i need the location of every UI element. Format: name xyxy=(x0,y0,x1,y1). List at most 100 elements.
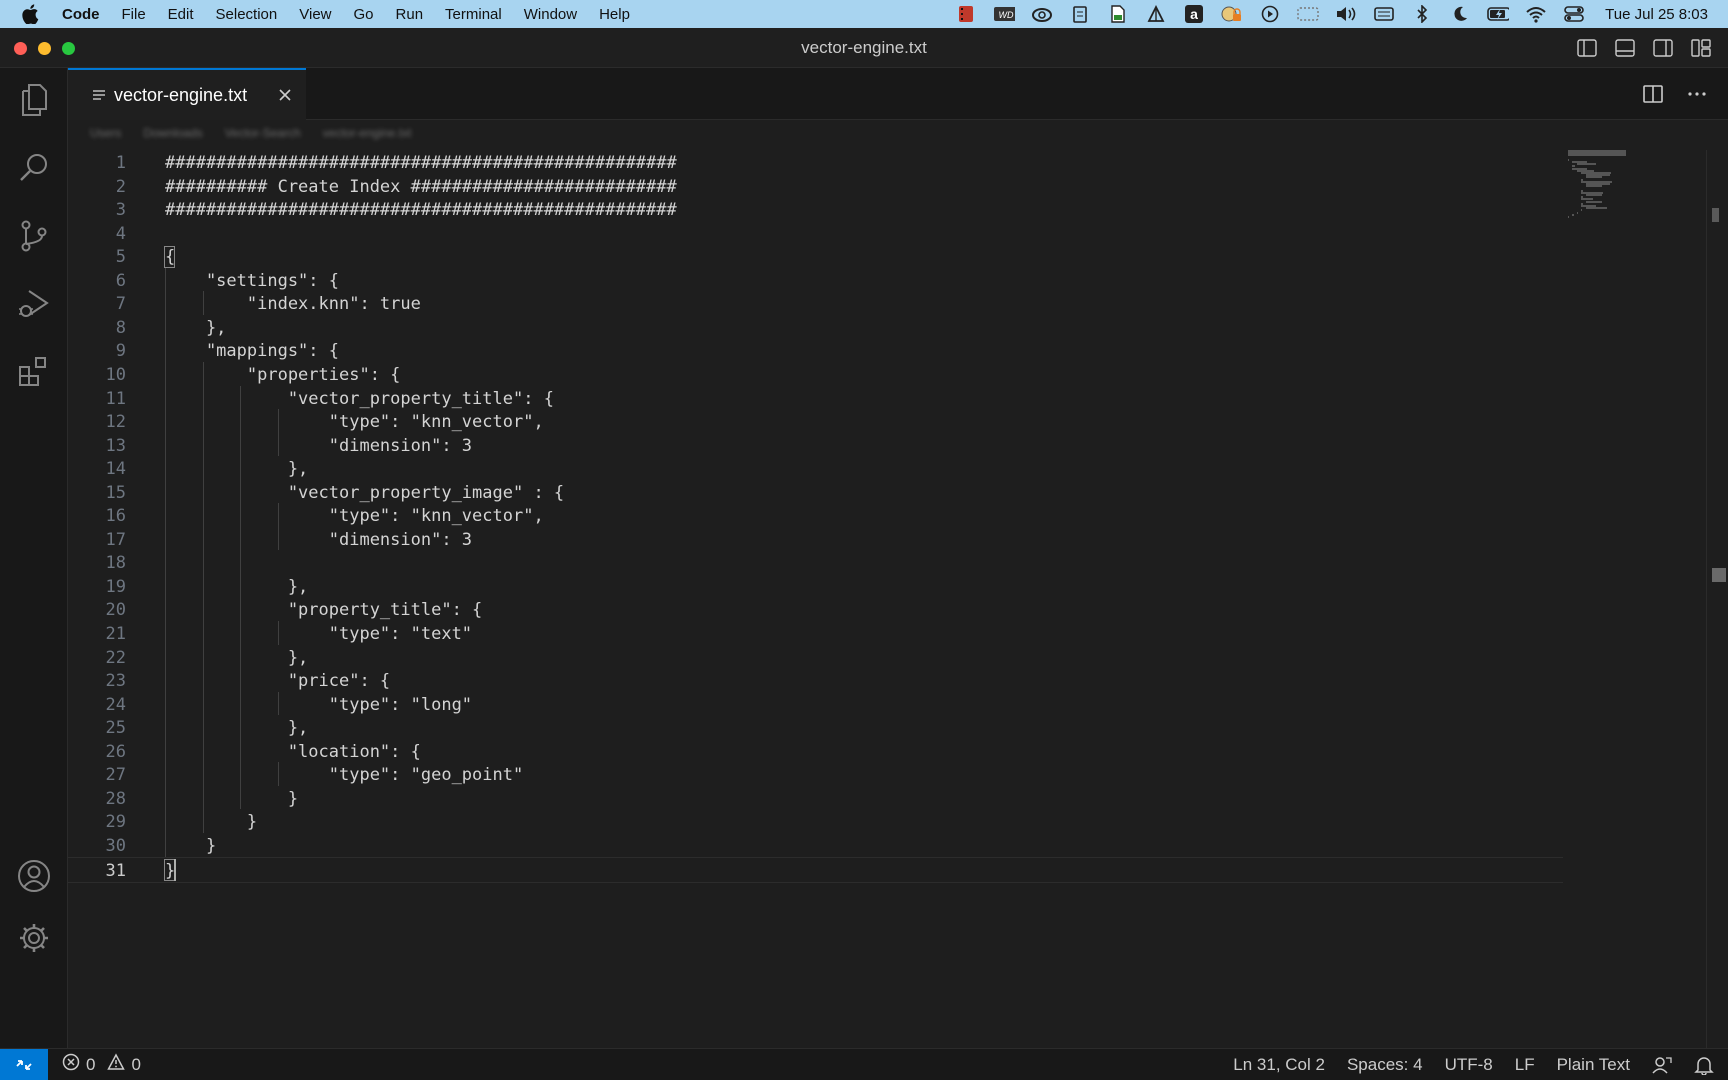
menu-app-code[interactable]: Code xyxy=(62,6,100,23)
breadcrumb-segment[interactable]: Downloads xyxy=(143,126,202,144)
breadcrumb-segment[interactable]: vector-engine.txt xyxy=(323,126,412,144)
breadcrumb-segment[interactable]: Vector-Search xyxy=(225,126,301,144)
code-line[interactable]: 12 "type": "knn_vector", xyxy=(68,409,1563,435)
minimap-line xyxy=(1585,207,1608,210)
code-line[interactable]: 19 }, xyxy=(68,574,1563,600)
menu-selection[interactable]: Selection xyxy=(216,6,278,23)
code-line[interactable]: 14 }, xyxy=(68,456,1563,482)
indentation[interactable]: Spaces: 4 xyxy=(1347,1055,1423,1075)
code-line[interactable]: 8 }, xyxy=(68,315,1563,341)
code-line[interactable]: 10 "properties": { xyxy=(68,362,1563,388)
control-center-icon[interactable] xyxy=(1563,5,1585,23)
notifications-bell-icon[interactable] xyxy=(1694,1055,1714,1075)
code-line[interactable]: 13 "dimension": 3 xyxy=(68,433,1563,459)
code-line[interactable]: 26 "location": { xyxy=(68,739,1563,765)
toggle-primary-sidebar-icon[interactable] xyxy=(1576,38,1598,58)
code-line[interactable]: 16 "type": "knn_vector", xyxy=(68,503,1563,529)
split-editor-icon[interactable] xyxy=(1642,84,1664,104)
code-line[interactable]: 18 xyxy=(68,550,1563,576)
code-line[interactable]: 31} xyxy=(68,856,1563,883)
toggle-panel-icon[interactable] xyxy=(1614,38,1636,58)
amazon-icon[interactable]: a xyxy=(1183,5,1205,23)
bluetooth-icon[interactable] xyxy=(1411,5,1433,23)
extensions-icon[interactable] xyxy=(16,354,52,390)
problems-indicator[interactable]: 0 0 xyxy=(62,1053,147,1076)
screen-recorder-icon[interactable] xyxy=(955,5,977,23)
display-icon[interactable] xyxy=(1297,5,1319,23)
code-line[interactable]: 23 "price": { xyxy=(68,668,1563,694)
apple-menu-icon[interactable] xyxy=(22,4,44,24)
code-line[interactable]: 28 } xyxy=(68,786,1563,812)
code-line[interactable]: 2 ########## Create Index ###############… xyxy=(68,174,1563,200)
language-mode[interactable]: Plain Text xyxy=(1557,1055,1630,1075)
run-debug-icon[interactable] xyxy=(16,286,52,322)
close-icon[interactable] xyxy=(278,88,292,102)
menu-file[interactable]: File xyxy=(122,6,146,23)
code-line[interactable]: 21 "type": "text" xyxy=(68,621,1563,647)
explorer-icon[interactable] xyxy=(16,82,52,118)
code-line[interactable]: 11 "vector_property_title": { xyxy=(68,386,1563,412)
menubar-clock[interactable]: Tue Jul 25 8:03 xyxy=(1605,6,1708,23)
wifi-icon[interactable] xyxy=(1525,5,1547,23)
text-cursor xyxy=(174,858,177,881)
code-line[interactable]: 9 "mappings": { xyxy=(68,338,1563,364)
menu-window[interactable]: Window xyxy=(524,6,577,23)
code-line[interactable]: 1 #######################################… xyxy=(68,150,1563,176)
customize-layout-icon[interactable] xyxy=(1690,38,1712,58)
remote-indicator-button[interactable] xyxy=(0,1048,48,1080)
moon-icon[interactable] xyxy=(1449,5,1471,23)
menu-edit[interactable]: Edit xyxy=(168,6,194,23)
encoding[interactable]: UTF-8 xyxy=(1445,1055,1493,1075)
line-number: 29 xyxy=(105,812,126,833)
breadcrumb-segment[interactable]: Users xyxy=(90,126,121,144)
line-number: 5 xyxy=(115,247,126,268)
tab-vector-engine[interactable]: vector-engine.txt xyxy=(68,68,306,120)
volume-icon[interactable] xyxy=(1335,5,1357,23)
creative-cloud-icon[interactable] xyxy=(1031,5,1053,23)
file-icon[interactable] xyxy=(1107,5,1129,23)
play-icon[interactable] xyxy=(1259,5,1281,23)
code-line[interactable]: 30 } xyxy=(68,833,1563,859)
menu-terminal[interactable]: Terminal xyxy=(445,6,502,23)
accounts-icon[interactable] xyxy=(16,858,52,894)
code-line[interactable]: 24 "type": "long" xyxy=(68,692,1563,718)
line-number: 2 xyxy=(115,176,126,197)
minimap[interactable] xyxy=(1568,150,1632,230)
code-line[interactable]: 27 "type": "geo_point" xyxy=(68,762,1563,788)
manage-gear-icon[interactable] xyxy=(16,920,52,956)
feedback-icon[interactable] xyxy=(1652,1055,1672,1075)
code-line[interactable]: 17 "dimension": 3 xyxy=(68,527,1563,553)
code-line[interactable]: 7 "index.knn": true xyxy=(68,291,1563,317)
clipboard-icon[interactable] xyxy=(1069,5,1091,23)
code-line[interactable]: 22 }, xyxy=(68,645,1563,671)
scrollbar-thumb[interactable] xyxy=(1712,208,1719,222)
menu-view[interactable]: View xyxy=(299,6,331,23)
battery-icon[interactable] xyxy=(1487,5,1510,23)
menu-help[interactable]: Help xyxy=(599,6,630,23)
code-editor[interactable]: 1 #######################################… xyxy=(68,150,1728,1048)
code-line[interactable]: 20 "property_title": { xyxy=(68,597,1563,623)
code-line[interactable]: 29 } xyxy=(68,809,1563,835)
keyboard-icon[interactable] xyxy=(1373,5,1395,23)
vpn-lock-icon[interactable] xyxy=(1221,5,1243,23)
toggle-secondary-sidebar-icon[interactable] xyxy=(1652,38,1674,58)
line-text: "vector_property_image" : { xyxy=(165,482,565,503)
code-line[interactable]: 4 xyxy=(68,221,1563,247)
vertical-scrollbar[interactable] xyxy=(1706,150,1720,1048)
vector-app-icon[interactable] xyxy=(1145,5,1167,23)
menu-run[interactable]: Run xyxy=(396,6,424,23)
more-actions-icon[interactable] xyxy=(1686,84,1708,104)
tab-actions xyxy=(1642,84,1708,104)
end-of-line[interactable]: LF xyxy=(1515,1055,1535,1075)
code-line[interactable]: 3 #######################################… xyxy=(68,197,1563,223)
search-icon[interactable] xyxy=(16,150,52,186)
menu-go[interactable]: Go xyxy=(354,6,374,23)
code-line[interactable]: 25 }, xyxy=(68,715,1563,741)
wd-drive-icon[interactable]: WD xyxy=(993,5,1016,23)
code-line[interactable]: 15 "vector_property_image" : { xyxy=(68,480,1563,506)
source-control-icon[interactable] xyxy=(16,218,52,254)
line-number: 13 xyxy=(105,435,126,456)
code-line[interactable]: 6 "settings": { xyxy=(68,268,1563,294)
code-line[interactable]: 5{ xyxy=(68,244,1563,270)
cursor-position[interactable]: Ln 31, Col 2 xyxy=(1233,1055,1325,1075)
